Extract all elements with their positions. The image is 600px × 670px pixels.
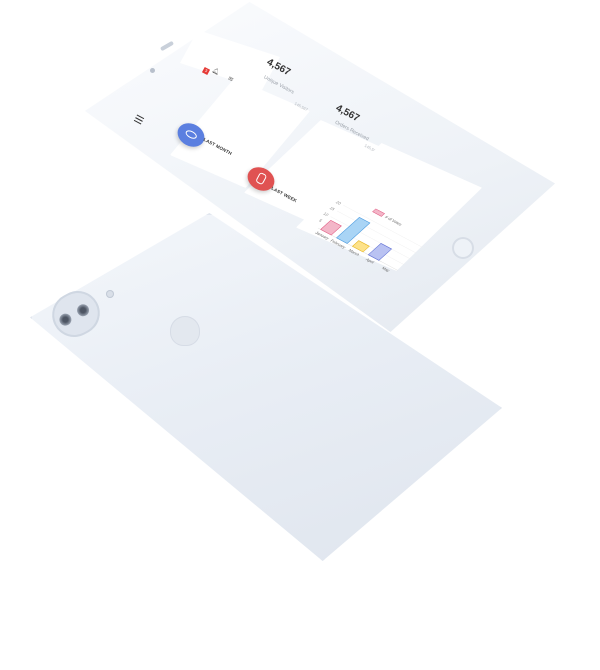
y-tick-label: 15: [328, 206, 336, 212]
legend-swatch: [372, 208, 386, 217]
scene: 3 🔔︎ ✉ ▭ ● ▾ 4,567 Unique Visitors 145,5…: [0, 0, 600, 670]
bar-february[interactable]: [336, 216, 371, 244]
bar-april[interactable]: [367, 243, 393, 261]
y-tick-label: 20: [335, 200, 343, 206]
phone-screen: 3 🔔︎ ✉ ▭ ● ▾ 4,567 Unique Visitors 145,5…: [0, 0, 600, 670]
x-tick-label: May: [381, 266, 392, 273]
y-tick-label: 5: [318, 218, 324, 223]
y-tick-label: 10: [322, 211, 330, 217]
legend-label: # of Votes: [384, 215, 404, 227]
chart-plot-group: 5101520JanuaryFebruaryMarchAprilMay# of …: [314, 200, 423, 273]
x-tick-label: April: [365, 257, 376, 264]
votes-bar-chart: 5101520JanuaryFebruaryMarchAprilMay# of …: [314, 200, 423, 273]
